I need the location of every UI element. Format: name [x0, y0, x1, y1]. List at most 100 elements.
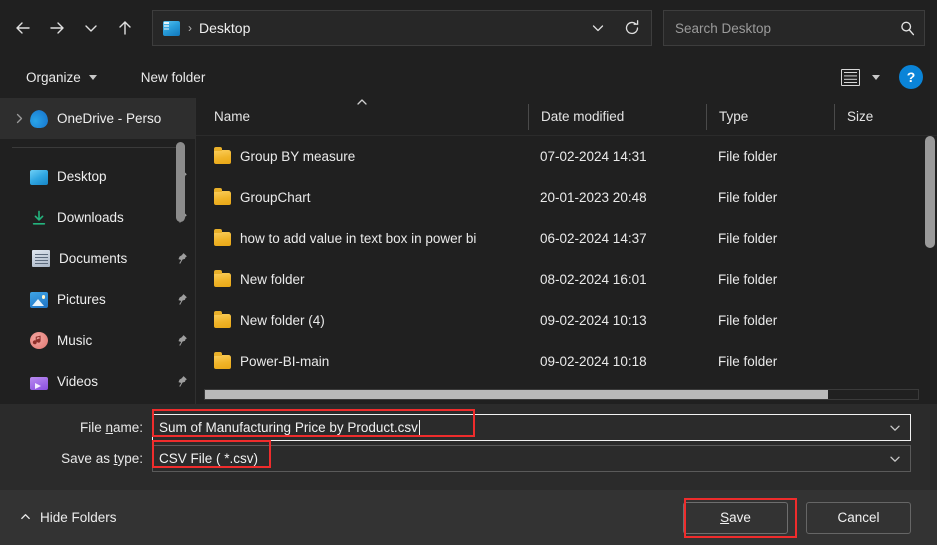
vertical-scrollbar[interactable]	[925, 136, 935, 382]
table-row[interactable]: Group BY measure 07-02-2024 14:31 File f…	[196, 136, 937, 177]
caret-down-icon	[88, 74, 97, 80]
date-modified-cell: 09-02-2024 10:18	[540, 354, 647, 369]
back-icon[interactable]	[6, 11, 40, 45]
dialog-footer: Hide Folders Save Cancel	[0, 490, 937, 545]
sidebar-item-label: Desktop	[57, 169, 107, 184]
new-folder-button[interactable]: New folder	[133, 65, 214, 90]
address-bar[interactable]: › Desktop	[152, 10, 652, 46]
column-headers: Name Date modified Type Size	[196, 98, 937, 136]
horizontal-scrollbar[interactable]	[204, 389, 919, 400]
sidebar-item-label: Videos	[57, 374, 99, 389]
organize-button[interactable]: Organize	[18, 65, 105, 90]
sidebar-item-label: OneDrive - Perso	[57, 111, 162, 126]
chevron-right-icon[interactable]	[8, 112, 30, 125]
table-row[interactable]: how to add value in text box in power bi…	[196, 218, 937, 259]
folder-icon	[214, 352, 231, 369]
recent-locations-chevron-down-icon[interactable]	[74, 11, 108, 45]
save-as-type-combobox[interactable]: CSV File ( *.csv)	[152, 445, 911, 472]
hide-folders-label: Hide Folders	[40, 510, 117, 525]
save-as-type-row: Save as type: CSV File ( *.csv)	[0, 443, 937, 474]
refresh-icon[interactable]	[615, 12, 649, 44]
file-name-value-wrap[interactable]: Sum of Manufacturing Price by Product.cs…	[153, 420, 880, 435]
table-row[interactable]: New folder 08-02-2024 16:01 File folder	[196, 259, 937, 300]
folder-icon	[214, 147, 231, 164]
file-name-cell[interactable]: Power-BI-main	[196, 352, 528, 369]
sidebar-item-desktop[interactable]: Desktop	[0, 156, 195, 197]
table-row[interactable]: New folder (4) 09-02-2024 10:13 File fol…	[196, 300, 937, 341]
sidebar-item-downloads[interactable]: Downloads	[0, 197, 195, 238]
date-modified-cell: 20-01-2023 20:48	[540, 190, 647, 205]
date-modified-cell: 07-02-2024 14:31	[540, 149, 647, 164]
search-icon[interactable]	[896, 17, 918, 39]
sidebar-item-onedrive[interactable]: OneDrive - Perso	[0, 98, 195, 139]
cancel-button[interactable]: Cancel	[806, 501, 911, 534]
search-box[interactable]	[663, 10, 925, 46]
folder-icon	[214, 229, 231, 246]
column-label: Size	[847, 109, 874, 124]
table-row[interactable]: Power-BI-main 09-02-2024 10:18 File fold…	[196, 341, 937, 382]
breadcrumb-path[interactable]: Desktop	[199, 20, 581, 36]
file-name-cell[interactable]: Group BY measure	[196, 147, 528, 164]
column-label: Type	[719, 109, 749, 124]
breadcrumb-separator: ›	[188, 21, 192, 35]
save-as-type-value: CSV File ( *.csv)	[159, 451, 259, 466]
help-label: ?	[906, 69, 916, 85]
sidebar-scrollbar[interactable]	[176, 142, 185, 400]
file-name-cell[interactable]: GroupChart	[196, 188, 528, 205]
up-icon[interactable]	[108, 11, 142, 45]
sidebar-item-pictures[interactable]: Pictures	[0, 279, 195, 320]
type-cell: File folder	[718, 354, 778, 369]
horizontal-scrollbar-thumb[interactable]	[205, 390, 828, 399]
help-icon[interactable]: ?	[899, 65, 923, 89]
date-modified-cell: 09-02-2024 10:13	[540, 313, 647, 328]
search-input[interactable]	[675, 20, 896, 36]
sidebar-item-label: Pictures	[57, 292, 106, 307]
view-options-caret-down-icon[interactable]	[863, 65, 887, 89]
music-icon	[30, 332, 48, 349]
file-name-label: how to add value in text box in power bi	[240, 231, 477, 246]
organize-label: Organize	[26, 69, 81, 85]
file-name-label: Power-BI-main	[240, 354, 330, 369]
navigation-bar: › Desktop	[0, 0, 937, 56]
file-name-cell[interactable]: New folder (4)	[196, 311, 528, 328]
sidebar-item-documents[interactable]: Documents	[0, 238, 195, 279]
file-name-label: GroupChart	[240, 190, 311, 205]
sidebar-item-music[interactable]: Music	[0, 320, 195, 361]
save-button[interactable]: Save	[683, 501, 788, 534]
vertical-scrollbar-thumb[interactable]	[925, 136, 935, 248]
file-name-chevron-down-icon[interactable]	[880, 421, 910, 435]
file-name-label: New folder	[240, 272, 305, 287]
hide-folders-button[interactable]: Hide Folders	[14, 505, 122, 531]
sidebar-scrollbar-thumb[interactable]	[176, 142, 185, 222]
save-as-type-label: Save as type:	[61, 451, 143, 466]
column-label: Name	[214, 109, 251, 124]
onedrive-icon	[30, 109, 48, 128]
details-view-icon[interactable]	[837, 65, 863, 89]
column-header-date-modified[interactable]: Date modified	[528, 103, 706, 130]
file-name-label: New folder (4)	[240, 313, 325, 328]
folder-icon	[214, 311, 231, 328]
date-modified-cell: 08-02-2024 16:01	[540, 272, 647, 287]
save-form: File name: Sum of Manufacturing Price by…	[0, 404, 937, 490]
forward-icon[interactable]	[40, 11, 74, 45]
save-as-type-chevron-down-icon[interactable]	[880, 452, 910, 466]
file-rows: Group BY measure 07-02-2024 14:31 File f…	[196, 136, 937, 404]
downloads-icon	[30, 209, 48, 227]
sidebar-item-videos[interactable]: Videos	[0, 361, 195, 402]
type-cell: File folder	[718, 313, 778, 328]
save-as-dialog: › Desktop Search Desktop Organize New fo…	[0, 0, 937, 545]
desktop-icon	[163, 20, 180, 36]
file-name-cell[interactable]: how to add value in text box in power bi	[196, 229, 528, 246]
file-name-field[interactable]: Sum of Manufacturing Price by Product.cs…	[152, 414, 911, 441]
documents-icon	[32, 250, 50, 267]
table-row[interactable]: GroupChart 20-01-2023 20:48 File folder	[196, 177, 937, 218]
column-header-size[interactable]: Size	[834, 103, 914, 130]
navigation-sidebar: OneDrive - Perso Desktop Downloads Docum…	[0, 98, 196, 404]
address-chevron-down-icon[interactable]	[581, 12, 615, 44]
file-name-label: Group BY measure	[240, 149, 356, 164]
column-header-type[interactable]: Type	[706, 103, 834, 130]
sort-ascending-icon	[355, 95, 369, 112]
column-header-name[interactable]: Name	[196, 98, 528, 130]
column-label: Date modified	[541, 109, 625, 124]
file-name-cell[interactable]: New folder	[196, 270, 528, 287]
